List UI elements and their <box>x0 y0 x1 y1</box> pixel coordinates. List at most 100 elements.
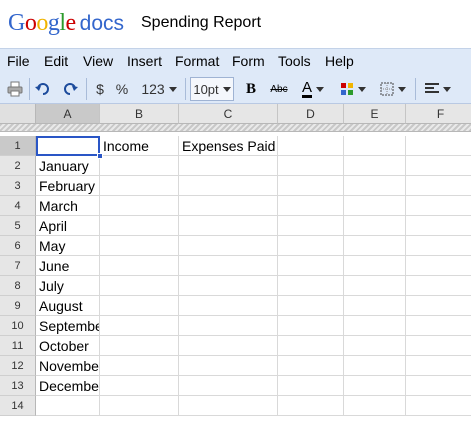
cell-e4[interactable] <box>344 196 406 216</box>
cell-b10[interactable] <box>100 316 179 336</box>
cell-c6[interactable] <box>179 236 278 256</box>
cell-e1[interactable] <box>344 136 406 156</box>
cell-b4[interactable] <box>100 196 179 216</box>
row-header-11[interactable]: 11 <box>0 336 36 356</box>
cell-a4[interactable]: March <box>36 196 100 216</box>
row-header-8[interactable]: 8 <box>0 276 36 296</box>
cell-c8[interactable] <box>179 276 278 296</box>
cell-d2[interactable] <box>278 156 344 176</box>
cell-e8[interactable] <box>344 276 406 296</box>
cell-d1[interactable] <box>278 136 344 156</box>
menu-form[interactable]: Form <box>232 53 265 69</box>
cell-d11[interactable] <box>278 336 344 356</box>
cell-b3[interactable] <box>100 176 179 196</box>
cell-f10[interactable] <box>406 316 471 336</box>
cell-c2[interactable] <box>179 156 278 176</box>
cell-c5[interactable] <box>179 216 278 236</box>
cell-c11[interactable] <box>179 336 278 356</box>
row-header-14[interactable]: 14 <box>0 396 36 416</box>
cell-d10[interactable] <box>278 316 344 336</box>
cell-d6[interactable] <box>278 236 344 256</box>
cell-e6[interactable] <box>344 236 406 256</box>
cell-d8[interactable] <box>278 276 344 296</box>
cell-f7[interactable] <box>406 256 471 276</box>
cell-b5[interactable] <box>100 216 179 236</box>
select-all-corner[interactable] <box>0 104 36 124</box>
cell-a12[interactable]: November <box>36 356 100 376</box>
cell-b14[interactable] <box>100 396 179 416</box>
menu-view[interactable]: View <box>83 53 113 69</box>
align-dropdown[interactable] <box>423 77 453 101</box>
row-header-3[interactable]: 3 <box>0 176 36 196</box>
bold-button[interactable]: B <box>243 77 259 101</box>
cell-f6[interactable] <box>406 236 471 256</box>
fill-color-dropdown[interactable] <box>338 77 368 101</box>
cell-f13[interactable] <box>406 376 471 396</box>
cell-d7[interactable] <box>278 256 344 276</box>
cell-c4[interactable] <box>179 196 278 216</box>
undo-icon[interactable] <box>34 77 52 101</box>
row-header-5[interactable]: 5 <box>0 216 36 236</box>
number-format-dropdown[interactable]: 123 <box>138 77 180 101</box>
cell-e2[interactable] <box>344 156 406 176</box>
cell-a6[interactable]: May <box>36 236 100 256</box>
row-header-2[interactable]: 2 <box>0 156 36 176</box>
strikethrough-button[interactable]: Abc <box>267 77 291 101</box>
cell-a7[interactable]: June <box>36 256 100 276</box>
cell-d5[interactable] <box>278 216 344 236</box>
cell-a9[interactable]: August <box>36 296 100 316</box>
font-size-dropdown[interactable]: 10pt <box>190 77 234 101</box>
currency-button[interactable]: $ <box>93 77 107 101</box>
cell-e9[interactable] <box>344 296 406 316</box>
column-header-c[interactable]: C <box>179 104 278 124</box>
cell-d13[interactable] <box>278 376 344 396</box>
cell-e12[interactable] <box>344 356 406 376</box>
cell-f3[interactable] <box>406 176 471 196</box>
cell-f2[interactable] <box>406 156 471 176</box>
text-color-dropdown[interactable]: A <box>297 77 329 101</box>
cell-e14[interactable] <box>344 396 406 416</box>
cell-f1[interactable] <box>406 136 471 156</box>
column-header-f[interactable]: F <box>406 104 471 124</box>
cell-f11[interactable] <box>406 336 471 356</box>
cell-a14[interactable] <box>36 396 100 416</box>
cell-e11[interactable] <box>344 336 406 356</box>
cell-d9[interactable] <box>278 296 344 316</box>
menu-help[interactable]: Help <box>325 53 354 69</box>
cell-e10[interactable] <box>344 316 406 336</box>
row-header-10[interactable]: 10 <box>0 316 36 336</box>
cell-d12[interactable] <box>278 356 344 376</box>
cell-a3[interactable]: February <box>36 176 100 196</box>
cell-f4[interactable] <box>406 196 471 216</box>
redo-icon[interactable] <box>61 77 79 101</box>
cell-e13[interactable] <box>344 376 406 396</box>
cell-b13[interactable] <box>100 376 179 396</box>
cell-b1[interactable]: Income <box>100 136 179 156</box>
cell-c14[interactable] <box>179 396 278 416</box>
cell-e3[interactable] <box>344 176 406 196</box>
cell-b9[interactable] <box>100 296 179 316</box>
column-header-a[interactable]: A <box>36 104 100 124</box>
row-header-6[interactable]: 6 <box>0 236 36 256</box>
fill-handle[interactable] <box>97 153 103 159</box>
cell-b2[interactable] <box>100 156 179 176</box>
frozen-rows-bar[interactable] <box>0 124 471 132</box>
cell-f14[interactable] <box>406 396 471 416</box>
cell-a8[interactable]: July <box>36 276 100 296</box>
menu-edit[interactable]: Edit <box>44 53 68 69</box>
percent-button[interactable]: % <box>113 77 131 101</box>
cell-c9[interactable] <box>179 296 278 316</box>
cell-a5[interactable]: April <box>36 216 100 236</box>
cell-a10[interactable]: September <box>36 316 100 336</box>
cell-f8[interactable] <box>406 276 471 296</box>
google-docs-logo[interactable]: Google docs <box>8 8 124 39</box>
cell-e5[interactable] <box>344 216 406 236</box>
row-header-7[interactable]: 7 <box>0 256 36 276</box>
cell-d3[interactable] <box>278 176 344 196</box>
cell-b12[interactable] <box>100 356 179 376</box>
cell-f12[interactable] <box>406 356 471 376</box>
cell-f5[interactable] <box>406 216 471 236</box>
menu-file[interactable]: File <box>7 53 30 69</box>
column-header-d[interactable]: D <box>278 104 344 124</box>
cell-d4[interactable] <box>278 196 344 216</box>
